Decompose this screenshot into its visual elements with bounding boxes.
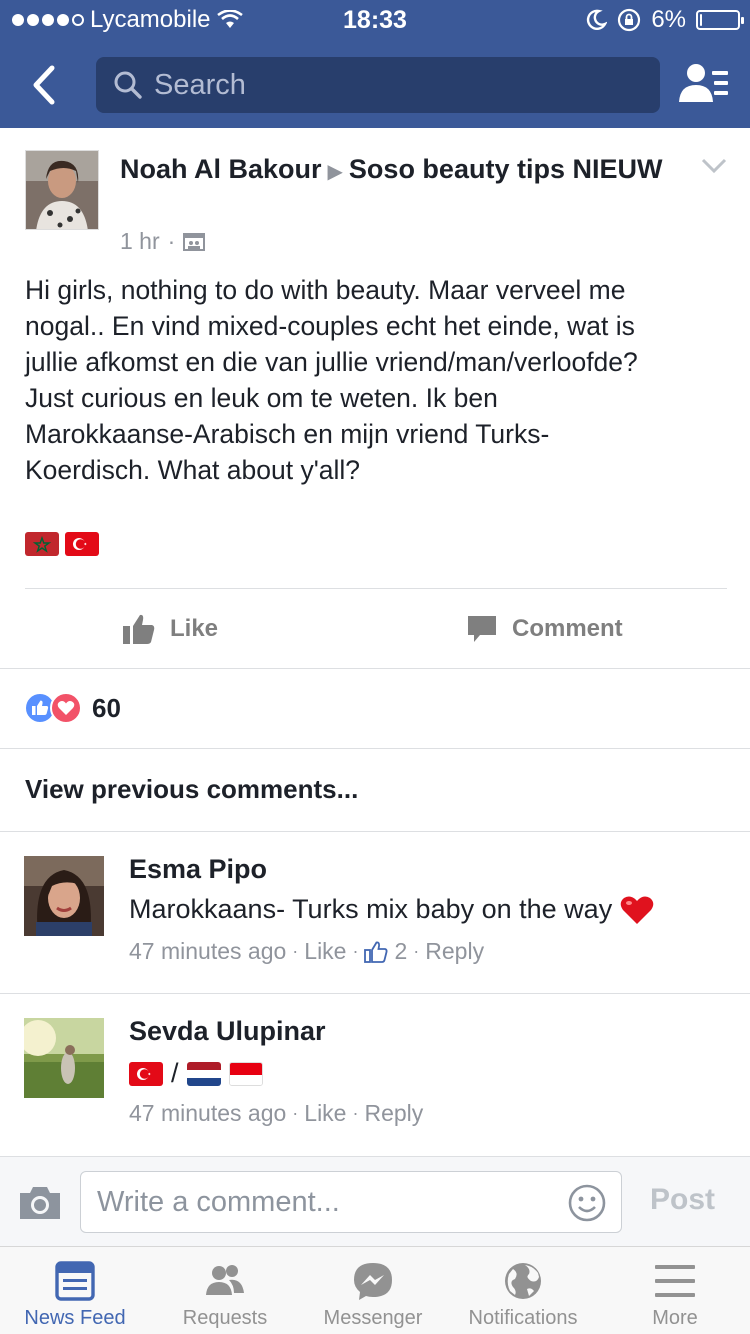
netherlands-flag-icon — [186, 1061, 221, 1086]
turkey-flag-icon — [65, 532, 99, 556]
status-right: 6% — [585, 6, 744, 34]
post-time[interactable]: 1 hr — [120, 228, 160, 255]
comment-time[interactable]: 47 minutes ago — [129, 1100, 286, 1127]
heart-emoji-icon — [620, 896, 654, 924]
bottom-tab-bar: News Feed Requests Messenger Notificatio… — [0, 1246, 750, 1334]
comment-input[interactable] — [97, 1185, 547, 1219]
requests-icon — [206, 1265, 244, 1295]
reaction-count: 60 — [92, 692, 121, 723]
rotation-lock-icon — [618, 8, 641, 32]
tab-more[interactable]: More — [600, 1247, 750, 1334]
post-header: Noah Al Bakour ▶ Soso beauty tips NIEUW — [120, 152, 680, 189]
comment-meta: 47 minutes ago · Like · Reply — [129, 1100, 424, 1127]
commenter-avatar[interactable] — [24, 856, 104, 936]
author-avatar[interactable] — [25, 150, 99, 230]
comment-reply-button[interactable]: Reply — [364, 1100, 423, 1127]
like-label: Like — [170, 615, 219, 642]
comment-text: Marokkaans- Turks mix baby on the way — [129, 894, 654, 925]
news-feed-icon — [55, 1261, 95, 1301]
group-privacy-icon — [183, 232, 206, 251]
indonesia-flag-icon — [228, 1061, 263, 1086]
thumbs-up-outline-icon — [364, 941, 388, 963]
group-name[interactable]: Soso beauty tips NIEUW — [349, 154, 663, 184]
share-arrow-icon: ▶ — [327, 161, 343, 183]
commenter-name[interactable]: Sevda Ulupinar — [129, 1016, 326, 1047]
messenger-icon — [354, 1263, 392, 1300]
friends-list-icon[interactable] — [676, 60, 730, 110]
tab-label: More — [652, 1307, 698, 1329]
divider — [0, 748, 750, 749]
back-arrow-icon[interactable] — [24, 60, 68, 110]
battery-percent: 6% — [651, 6, 686, 33]
moon-icon — [587, 9, 608, 30]
post-meta: 1 hr · — [120, 228, 206, 255]
comment-like-count[interactable]: 2 — [394, 938, 407, 965]
comment-meta: 47 minutes ago · Like · 2 · Reply — [129, 938, 485, 965]
menu-icon — [655, 1265, 695, 1297]
comment-text: / — [129, 1058, 263, 1089]
divider — [0, 668, 750, 669]
tab-requests[interactable]: Requests — [150, 1247, 300, 1334]
divider — [0, 831, 750, 832]
comment-body: Marokkaans- Turks mix baby on the way — [129, 894, 613, 924]
comment-like-button[interactable]: Like — [304, 938, 346, 965]
comment-button[interactable]: Comment — [466, 604, 623, 654]
top-header: Lycamobile 18:33 6% — [0, 0, 750, 128]
post-body: Hi girls, nothing to do with beauty. Maa… — [25, 275, 638, 485]
comment-reply-button[interactable]: Reply — [425, 938, 484, 965]
post-comment-button[interactable]: Post — [650, 1183, 715, 1217]
tab-label: Messenger — [323, 1307, 423, 1329]
like-button[interactable]: Like — [122, 604, 218, 654]
love-reaction-icon — [50, 692, 82, 724]
reactions-summary[interactable]: 60 — [24, 692, 121, 724]
status-bar: Lycamobile 18:33 6% — [0, 0, 750, 40]
post-flags — [25, 532, 99, 556]
commenter-avatar[interactable] — [24, 1018, 104, 1098]
tab-notifications[interactable]: Notifications — [448, 1247, 598, 1334]
tab-label: News Feed — [24, 1307, 126, 1329]
thumbs-up-icon — [123, 614, 155, 644]
divider — [25, 588, 727, 589]
comment-label: Comment — [512, 615, 623, 642]
smiley-icon[interactable] — [567, 1183, 607, 1223]
chevron-down-icon[interactable] — [700, 156, 728, 176]
tab-label: Notifications — [468, 1307, 578, 1329]
commenter-name[interactable]: Esma Pipo — [129, 854, 267, 885]
camera-icon[interactable] — [18, 1183, 62, 1221]
comment-like-button[interactable]: Like — [304, 1100, 346, 1127]
divider — [0, 993, 750, 994]
comment-bubble-icon — [468, 616, 496, 642]
morocco-flag-icon — [25, 532, 59, 556]
author-name[interactable]: Noah Al Bakour — [120, 154, 322, 184]
search-bar[interactable] — [96, 57, 660, 113]
comment-field[interactable] — [80, 1171, 622, 1233]
globe-icon — [505, 1263, 541, 1299]
search-input[interactable] — [154, 68, 634, 102]
turkey-flag-icon — [129, 1061, 163, 1086]
comment-compose-bar: Post — [0, 1156, 750, 1246]
tab-messenger[interactable]: Messenger — [298, 1247, 448, 1334]
battery-icon — [696, 10, 744, 30]
tab-label: Requests — [182, 1307, 268, 1329]
flag-separator: / — [171, 1058, 179, 1088]
search-icon — [114, 71, 142, 99]
tab-news-feed[interactable]: News Feed — [0, 1247, 150, 1334]
comment-time[interactable]: 47 minutes ago — [129, 938, 286, 965]
view-previous-comments-link[interactable]: View previous comments... — [25, 774, 358, 805]
